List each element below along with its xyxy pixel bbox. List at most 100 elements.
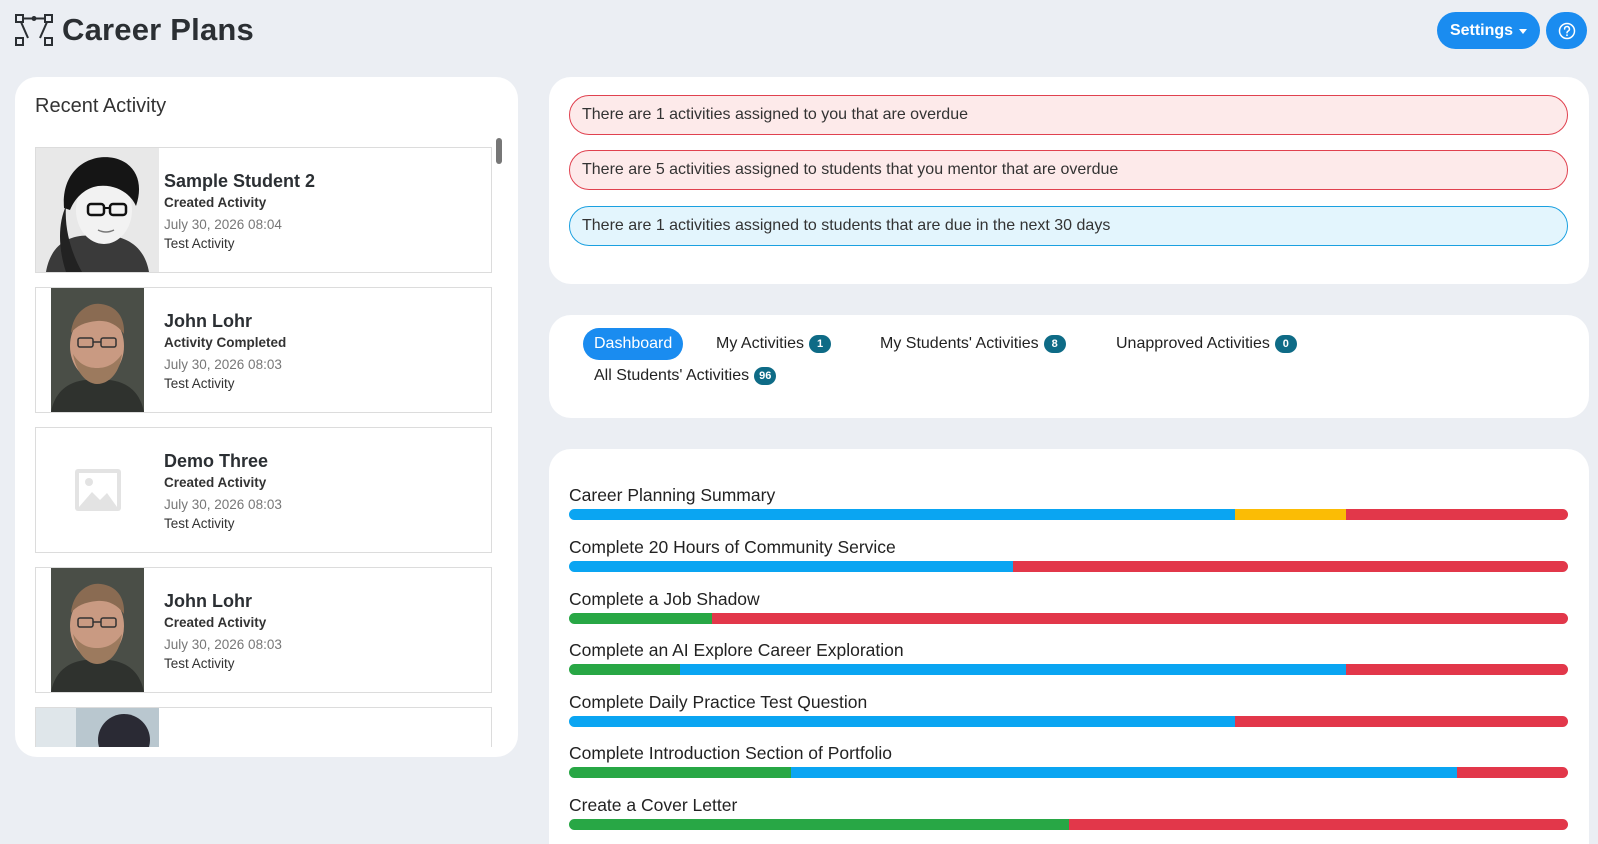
caret-down-icon <box>1519 29 1528 34</box>
activity-text: Demo Three Created Activity July 30, 202… <box>164 450 282 533</box>
tab-my-activities[interactable]: My Activities 1 <box>716 328 832 360</box>
progress-segment-completed[interactable] <box>569 664 680 675</box>
count-badge: 8 <box>1043 335 1066 353</box>
activity-student-name: John Lohr <box>164 591 252 611</box>
progress-segment-in-progress[interactable] <box>790 767 1458 778</box>
activity-item[interactable]: John Lohr Created Activity July 30, 2026… <box>35 567 492 693</box>
page-header: Career Plans Settings <box>0 0 1598 62</box>
progress-segment-overdue[interactable] <box>1346 664 1568 675</box>
progress-segment-completed[interactable] <box>569 613 712 624</box>
app-title-group: Career Plans <box>14 12 254 48</box>
count-badge: 0 <box>1274 335 1297 353</box>
plan-label: Complete 20 Hours of Community Service <box>569 537 896 557</box>
due-soon-alert: There are 1 activities assigned to stude… <box>569 206 1568 246</box>
progress-segment-overdue[interactable] <box>1457 767 1568 778</box>
help-button[interactable] <box>1546 12 1587 49</box>
activity-action: Activity Completed <box>164 335 287 350</box>
activity-description: Test Activity <box>164 656 235 671</box>
activity-timestamp: July 30, 2026 08:03 <box>164 497 282 512</box>
john-lohr-photo <box>51 288 144 412</box>
progress-segment-completed[interactable] <box>569 819 1069 830</box>
career-plan-progress-card: Career Planning Summary Complete 20 Hours… <box>549 449 1589 844</box>
plan-row[interactable]: Create a Cover Letter <box>569 795 1568 830</box>
activity-item[interactable]: Demo Three Created Activity July 30, 202… <box>35 427 492 553</box>
progress-segment-overdue[interactable] <box>711 613 1568 624</box>
activity-item[interactable]: Sample Student 2 Created Activity July 3… <box>35 147 492 273</box>
recent-activity-title: Recent Activity <box>35 95 167 117</box>
plan-row[interactable]: Complete an AI Explore Career Exploratio… <box>569 640 1568 675</box>
page-title: Career Plans <box>62 12 254 47</box>
plan-row[interactable]: Career Planning Summary <box>569 485 1568 520</box>
plan-row[interactable]: Complete 20 Hours of Community Service <box>569 537 1568 572</box>
activity-text: John Lohr Created Activity July 30, 2026… <box>164 590 282 673</box>
activity-timestamp: July 30, 2026 08:04 <box>164 217 282 232</box>
sample-student-photo <box>36 148 159 272</box>
plan-progress-bar[interactable] <box>569 664 1568 675</box>
mentor-overdue-alert: There are 5 activities assigned to stude… <box>569 150 1568 190</box>
image-placeholder-icon <box>74 468 122 512</box>
progress-segment-overdue[interactable] <box>1012 561 1568 572</box>
activity-action: Created Activity <box>164 475 267 490</box>
tabs-card: Dashboard My Activities 1 My Students' A… <box>549 315 1589 418</box>
plan-label: Complete a Job Shadow <box>569 589 760 609</box>
plan-label: Career Planning Summary <box>569 485 776 505</box>
activity-student-name: Sample Student 2 <box>164 171 316 191</box>
activity-text: Sample Student 2 Created Activity July 3… <box>164 170 315 253</box>
activity-list[interactable]: Sample Student 2 Created Activity July 3… <box>35 147 505 747</box>
activity-description: Test Activity <box>164 236 235 251</box>
recent-activity-card: Recent Activity Sample Student 2 Created… <box>15 77 518 757</box>
count-badge: 1 <box>809 335 832 353</box>
activity-list-scrollbar[interactable] <box>496 138 502 164</box>
plan-progress-bar[interactable] <box>569 767 1568 778</box>
plan-row[interactable]: Complete a Job Shadow <box>569 589 1568 624</box>
tab-dashboard[interactable]: Dashboard <box>583 328 684 360</box>
settings-label: Settings <box>1449 21 1514 39</box>
alert-text: There are 5 activities assigned to stude… <box>582 161 1119 178</box>
activity-text: John Lohr Activity Completed July 30, 20… <box>164 310 286 393</box>
plan-progress-bar[interactable] <box>569 613 1568 624</box>
john-lohr-photo <box>51 568 144 692</box>
tab-all-students-activities[interactable]: All Students' Activities 96 <box>594 360 777 392</box>
plan-progress-bar[interactable] <box>569 561 1568 572</box>
progress-segment-pending[interactable] <box>1235 509 1347 520</box>
settings-button[interactable]: Settings <box>1437 12 1540 49</box>
activity-description: Test Activity <box>164 516 235 531</box>
tab-label: My Students' Activities <box>880 335 1039 352</box>
activity-item-partial[interactable] <box>35 707 492 747</box>
activity-item[interactable]: John Lohr Activity Completed July 30, 20… <box>35 287 492 413</box>
student-photo <box>36 708 159 747</box>
tab-label: Unapproved Activities <box>1116 335 1270 352</box>
progress-segment-in-progress[interactable] <box>679 664 1347 675</box>
progress-segment-overdue[interactable] <box>1235 716 1568 727</box>
tab-my-students-activities[interactable]: My Students' Activities 8 <box>880 328 1066 360</box>
plan-progress-bar[interactable] <box>569 819 1568 830</box>
plan-progress-bar[interactable] <box>569 716 1568 727</box>
progress-segment-in-progress[interactable] <box>569 561 1013 572</box>
progress-segment-completed[interactable] <box>569 767 791 778</box>
plan-row[interactable]: Complete Daily Practice Test Question <box>569 692 1568 727</box>
activity-action: Created Activity <box>164 195 267 210</box>
tab-label: All Students' Activities <box>594 367 750 384</box>
vector-path-icon <box>15 14 53 46</box>
activity-timestamp: July 30, 2026 08:03 <box>164 357 282 372</box>
activity-timestamp: July 30, 2026 08:03 <box>164 637 282 652</box>
plan-label: Create a Cover Letter <box>569 795 738 815</box>
progress-segment-in-progress[interactable] <box>569 509 1236 520</box>
tab-label: My Activities <box>716 335 805 352</box>
plan-label: Complete an AI Explore Career Exploratio… <box>569 640 904 660</box>
plan-progress-bar[interactable] <box>569 509 1568 520</box>
overdue-alert: There are 1 activities assigned to you t… <box>569 95 1568 135</box>
progress-segment-in-progress[interactable] <box>569 716 1236 727</box>
help-circle-icon <box>1558 22 1575 39</box>
alert-text: There are 1 activities assigned to stude… <box>582 217 1111 234</box>
activity-student-name: Demo Three <box>164 451 269 471</box>
count-badge: 96 <box>754 367 777 385</box>
alerts-card: There are 1 activities assigned to you t… <box>549 77 1589 284</box>
progress-segment-overdue[interactable] <box>1346 509 1568 520</box>
alert-text: There are 1 activities assigned to you t… <box>582 106 968 123</box>
tab-unapproved-activities[interactable]: Unapproved Activities 0 <box>1116 328 1297 360</box>
activity-student-name: John Lohr <box>164 311 252 331</box>
progress-segment-overdue[interactable] <box>1068 819 1568 830</box>
plan-label: Complete Introduction Section of Portfol… <box>569 743 892 763</box>
plan-row[interactable]: Complete Introduction Section of Portfol… <box>569 743 1568 778</box>
